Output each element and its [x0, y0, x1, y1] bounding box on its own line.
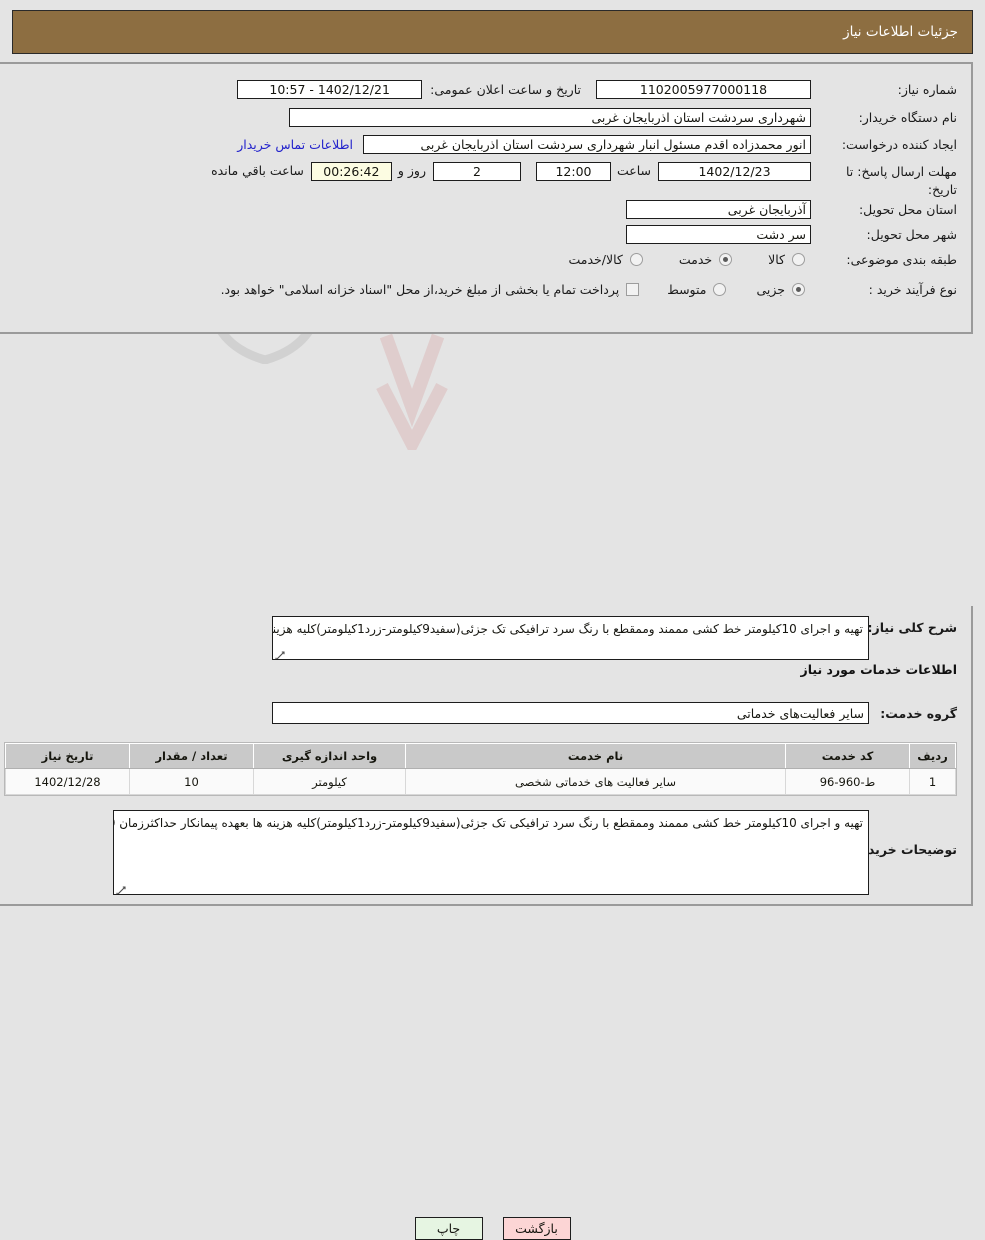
cell-need-date: 1402/12/28	[5, 768, 130, 795]
description-text: تهیه و اجرای 10کیلومتر خط کشی مممند وممق…	[272, 622, 863, 636]
buyer-contact-link[interactable]: اطلاعات تماس خریدار	[237, 137, 353, 152]
deadline-time-field: 12:00	[535, 162, 611, 181]
service-group-label: گروه خدمت:	[880, 705, 957, 721]
radio-icon-kala[interactable]	[792, 253, 805, 266]
description-textarea[interactable]: تهیه و اجرای 10کیلومتر خط کشی مممند وممق…	[272, 616, 869, 660]
announce-datetime-field: 1402/12/21 - 10:57	[237, 80, 423, 99]
buyer-notes-text: تهیه و اجرای 10کیلومتر خط کشی مممند وممق…	[114, 816, 863, 830]
page-header: جزئیات اطلاعات نیاز	[12, 10, 973, 54]
treasury-bond-label: پرداخت تمام یا بخشی از مبلغ خرید،از محل …	[220, 282, 620, 297]
province-row: استان محل تحویل: آذربایجان غربی	[626, 200, 957, 219]
column-header-service-code: کد خدمت	[785, 743, 910, 769]
radio-icon-khedmat[interactable]	[719, 253, 733, 266]
process-row: نوع فرآیند خرید : جزیی متوسط پرداخت تمام…	[221, 282, 957, 297]
column-header-service-name: نام خدمت	[405, 743, 786, 769]
service-group-row: گروه خدمت: سایر فعالیت‌های خدماتی	[272, 702, 957, 724]
column-header-quantity: تعداد / مقدار	[129, 743, 254, 769]
need-number-field: 1102005977000118	[596, 80, 811, 99]
treasury-bond-checkbox-group[interactable]: پرداخت تمام یا بخشی از مبلغ خرید،از محل …	[221, 282, 640, 297]
buyer-notes-label: توضیحات خریدار:	[851, 842, 957, 857]
page-title: جزئیات اطلاعات نیاز	[843, 24, 958, 40]
process-option-label-0: جزیی	[756, 282, 785, 297]
need-info-panel: شماره نیاز: 1102005977000118 تاریخ و ساع…	[0, 62, 973, 334]
category-option-kala-khedmat[interactable]: کالا/خدمت	[568, 252, 643, 267]
category-option-khedmat[interactable]: خدمت	[678, 252, 733, 267]
city-field: سر دشت	[626, 225, 811, 244]
hour-label: ساعت	[616, 163, 651, 178]
province-label: استان محل تحویل:	[858, 202, 957, 217]
radio-icon-jozii[interactable]	[792, 283, 805, 296]
service-group-field: سایر فعالیت‌های خدماتی	[272, 702, 869, 724]
column-header-unit: واحد اندازه گیری	[253, 743, 406, 769]
process-option-motavasset[interactable]: متوسط	[667, 282, 727, 297]
print-button[interactable]: چاپ	[414, 1217, 483, 1240]
creator-row: ایجاد کننده درخواست: انور محمدزاده اقدم …	[237, 135, 957, 154]
cell-quantity: 10	[129, 768, 254, 795]
watermark-arrow-icon	[352, 330, 472, 459]
process-label: نوع فرآیند خرید :	[868, 282, 957, 297]
days-label: روز و	[397, 163, 426, 178]
cell-unit: کیلومتر	[253, 768, 406, 795]
table-header-row: ردیف کد خدمت نام خدمت واحد اندازه گیری ت…	[5, 743, 956, 769]
category-row: طبقه بندی موضوعی: کالا خدمت کالا/خدمت	[568, 252, 957, 267]
column-header-need-date: تاریخ نیاز	[5, 743, 130, 769]
action-buttons: بازگشت چاپ	[0, 1217, 985, 1240]
resize-grip-icon[interactable]	[275, 648, 285, 659]
province-field: آذربایجان غربی	[626, 200, 811, 219]
deadline-date-field: 1402/12/23	[658, 162, 811, 181]
buyer-notes-textarea[interactable]: تهیه و اجرای 10کیلومتر خط کشی مممند وممق…	[113, 810, 869, 895]
deadline-label: مهلت ارسال پاسخ: تا تاریخ:	[846, 164, 957, 198]
city-row: شهر محل تحویل: سر دشت	[626, 225, 957, 244]
resize-grip-icon-notes[interactable]	[116, 883, 126, 894]
creator-field: انور محمدزاده اقدم مسئول انبار شهرداری س…	[363, 135, 811, 154]
creator-label: ایجاد کننده درخواست:	[841, 137, 957, 152]
services-section-title: اطلاعات خدمات مورد نیاز	[800, 662, 958, 677]
countdown-field: 00:26:42	[310, 162, 392, 181]
category-option-label-0: کالا	[768, 252, 785, 267]
category-label: طبقه بندی موضوعی:	[846, 252, 957, 267]
buyer-notes-row: توضیحات خریدار: تهیه و اجرای 10کیلومتر خ…	[113, 810, 957, 895]
category-option-label-1: خدمت	[678, 252, 713, 267]
description-row: شرح کلی نیاز: تهیه و اجرای 10کیلومتر خط …	[272, 616, 957, 660]
buyer-org-label: نام دستگاه خریدار:	[858, 110, 957, 125]
buyer-org-row: نام دستگاه خریدار: شهرداری سردشت استان ا…	[289, 108, 957, 127]
cell-service-name: سایر فعالیت های خدماتی شخصی	[405, 768, 786, 795]
radio-icon-motavasset[interactable]	[713, 283, 727, 296]
back-button[interactable]: بازگشت	[502, 1217, 571, 1240]
cell-service-code: ط-960-96	[785, 768, 910, 795]
process-option-jozii[interactable]: جزیی	[756, 282, 805, 297]
need-number-row: شماره نیاز: 1102005977000118	[596, 80, 957, 99]
city-label: شهر محل تحویل:	[866, 227, 957, 242]
buyer-org-field: شهرداری سردشت استان اذربایجان غربی	[289, 108, 811, 127]
countdown-label: ساعت باقي مانده	[211, 163, 304, 178]
services-grid: ردیف کد خدمت نام خدمت واحد اندازه گیری ت…	[5, 743, 956, 795]
deadline-row: مهلت ارسال پاسخ: تا تاریخ: 1402/12/23 سا…	[211, 162, 957, 199]
process-option-label-1: متوسط	[667, 282, 707, 297]
remaining-days-field: 2	[432, 162, 521, 181]
checkbox-icon-treasury-bond[interactable]	[626, 283, 640, 296]
announce-datetime-label: تاریخ و ساعت اعلان عمومی:	[430, 82, 581, 97]
category-option-kala[interactable]: کالا	[768, 252, 805, 267]
radio-icon-kala-khedmat[interactable]	[629, 253, 643, 266]
need-number-label: شماره نیاز:	[897, 82, 957, 97]
category-option-label-2: کالا/خدمت	[568, 252, 623, 267]
table-row: 1 ط-960-96 سایر فعالیت های خدماتی شخصی ک…	[5, 768, 956, 795]
description-label: شرح کلی نیاز:	[867, 620, 957, 635]
need-details-panel: شرح کلی نیاز: تهیه و اجرای 10کیلومتر خط …	[0, 606, 973, 906]
services-table: ردیف کد خدمت نام خدمت واحد اندازه گیری ت…	[4, 742, 957, 796]
announce-datetime-row: تاریخ و ساعت اعلان عمومی: 1402/12/21 - 1…	[237, 80, 581, 99]
cell-radif: 1	[909, 768, 956, 795]
column-header-radif: ردیف	[909, 743, 956, 769]
